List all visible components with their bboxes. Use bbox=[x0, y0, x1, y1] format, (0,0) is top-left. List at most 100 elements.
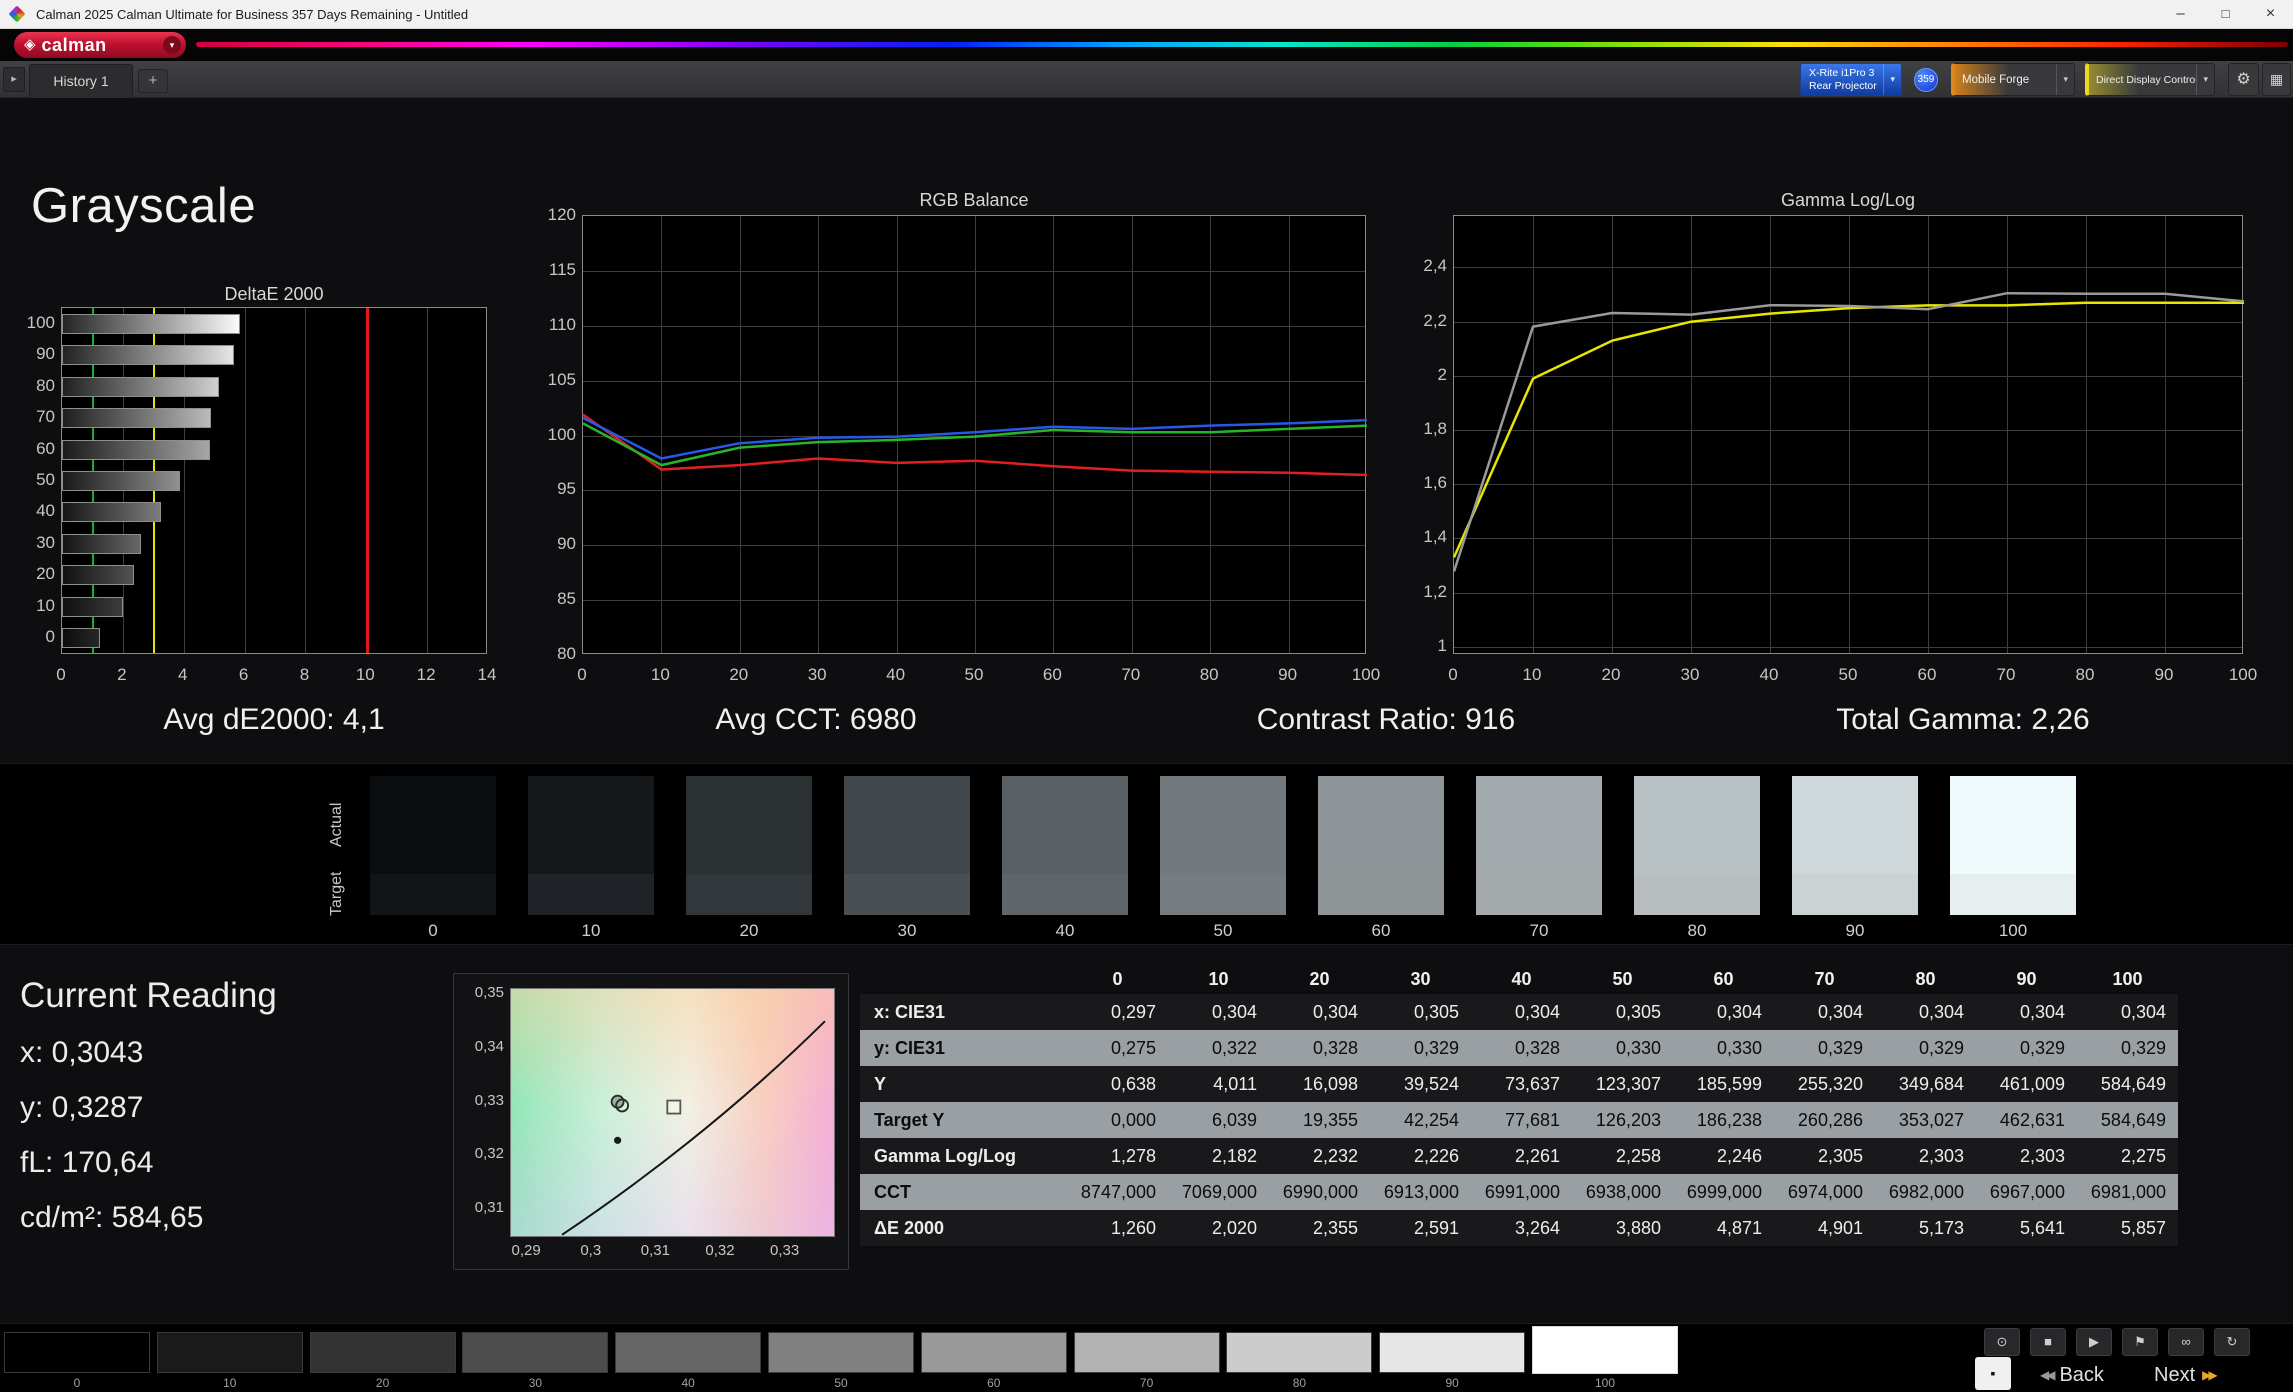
table-row-label: CCT bbox=[860, 1174, 1067, 1210]
pattern-patch-50[interactable] bbox=[768, 1332, 914, 1373]
table-cell: 0,329 bbox=[1774, 1030, 1875, 1066]
swatch-level-label: 30 bbox=[897, 921, 917, 940]
next-arrows-icon: ▶▶ bbox=[2202, 1368, 2218, 1382]
app-icon bbox=[8, 5, 26, 23]
tab-history-1[interactable]: History 1 bbox=[29, 64, 133, 98]
pattern-patch-40[interactable] bbox=[615, 1332, 762, 1373]
stat-total-gamma: Total Gamma: 2,26 bbox=[1836, 703, 2090, 736]
table-column-header: 90 bbox=[2016, 969, 2037, 989]
axis-tick-label: 60 bbox=[1042, 665, 1062, 684]
axis-tick-label: 50 bbox=[1838, 665, 1858, 684]
flag-button[interactable]: ⚑ bbox=[2122, 1328, 2158, 1356]
axis-tick-label: 0 bbox=[577, 665, 587, 684]
tab-scroll-button[interactable]: ▸ bbox=[3, 67, 25, 92]
pattern-patch-20[interactable] bbox=[309, 1332, 456, 1373]
axis-tick-label: 90 bbox=[36, 344, 55, 364]
minimize-button[interactable]: – bbox=[2158, 0, 2203, 29]
axis-tick-label: 0,32 bbox=[705, 1242, 735, 1259]
table-cell: 0,304 bbox=[1471, 994, 1572, 1030]
pattern-patch-70[interactable] bbox=[1073, 1332, 1220, 1373]
close-button[interactable]: × bbox=[2248, 0, 2293, 29]
pattern-patch-0[interactable] bbox=[4, 1332, 150, 1373]
axis-tick-label: 115 bbox=[548, 259, 576, 279]
chevron-down-icon[interactable]: ▾ bbox=[163, 36, 181, 54]
layout-grid-button[interactable]: ▦ bbox=[2262, 63, 2291, 96]
meter-label: X-Rite i1Pro 3 Rear Projector bbox=[1809, 66, 1877, 92]
infinity-icon: ∞ bbox=[2181, 1334, 2191, 1349]
meter-read-button[interactable]: ⊙ bbox=[1984, 1328, 2020, 1356]
loop-button[interactable]: ↻ bbox=[2214, 1328, 2250, 1356]
next-button[interactable]: Next ▶▶ bbox=[2154, 1360, 2218, 1390]
grayscale-swatches: Actual Target 0 10 20 30 40 50 60 70 80 90 100 bbox=[0, 763, 2293, 945]
table-cell: 2,591 bbox=[1370, 1210, 1471, 1246]
stop-button[interactable]: ■ bbox=[2030, 1328, 2066, 1356]
actual-row-label: Actual bbox=[328, 802, 345, 848]
rgb-balance-chart bbox=[582, 215, 1368, 654]
pattern-window-button[interactable]: ▪ bbox=[1975, 1357, 2011, 1390]
pattern-patch-30[interactable] bbox=[462, 1332, 609, 1373]
table-cell: 77,681 bbox=[1471, 1102, 1572, 1138]
pattern-count-badge[interactable]: 359 bbox=[1914, 68, 1938, 92]
cie-overlay bbox=[561, 1020, 826, 1236]
play-icon: ▶ bbox=[2089, 1334, 2099, 1349]
maximize-button[interactable]: □ bbox=[2203, 0, 2248, 29]
table-cell: 0,329 bbox=[1976, 1030, 2077, 1066]
rgb-chart-title: RGB Balance bbox=[919, 190, 1029, 210]
pattern-patch-10[interactable] bbox=[156, 1332, 303, 1373]
table-column-header: 20 bbox=[1309, 969, 1330, 989]
axis-tick-label: 0 bbox=[56, 665, 66, 684]
swatch-level-label: 70 bbox=[1529, 921, 1549, 940]
table-cell: 4,011 bbox=[1168, 1066, 1269, 1102]
axis-tick-label: 30 bbox=[1680, 665, 1700, 684]
swatch-target bbox=[686, 874, 812, 915]
swatch-actual bbox=[686, 776, 812, 874]
pattern-patch-80[interactable] bbox=[1226, 1332, 1373, 1373]
continuous-button[interactable]: ∞ bbox=[2168, 1328, 2204, 1356]
pattern-patch-90[interactable] bbox=[1379, 1332, 1526, 1373]
table-cell: 19,355 bbox=[1269, 1102, 1370, 1138]
display-control-dropdown[interactable]: Direct Display Control ▾ bbox=[2085, 63, 2215, 96]
axis-tick-label: 80 bbox=[2075, 665, 2095, 684]
axis-tick-label: 0,33 bbox=[474, 1091, 504, 1109]
calman-window: Calman 2025 Calman Ultimate for Business… bbox=[0, 0, 2293, 1392]
add-tab-button[interactable]: + bbox=[138, 69, 168, 93]
meter-dropdown[interactable]: X-Rite i1Pro 3 Rear Projector ▾ bbox=[1800, 63, 1902, 96]
calman-diamond-icon: ◈ bbox=[24, 36, 36, 53]
deltae-bar bbox=[62, 439, 211, 460]
axis-tick-label: 0,3 bbox=[580, 1242, 602, 1259]
axis-tick-label: 80 bbox=[1199, 665, 1219, 684]
source-dropdown[interactable]: Mobile Forge ▾ bbox=[1951, 63, 2075, 96]
swatch-level-label: 100 bbox=[1998, 921, 2028, 940]
swatch-actual bbox=[528, 776, 654, 874]
axis-tick-label: 70 bbox=[36, 407, 55, 427]
table-cell: 0,328 bbox=[1269, 1030, 1370, 1066]
back-button[interactable]: ◀◀ Back bbox=[2040, 1360, 2104, 1390]
axis-tick-label: 90 bbox=[2154, 665, 2174, 684]
settings-gear-button[interactable]: ⚙ bbox=[2228, 63, 2259, 96]
pattern-patch-label: 20 bbox=[375, 1376, 390, 1390]
pattern-patch-label: 100 bbox=[1594, 1376, 1616, 1390]
axis-tick-label: 0,31 bbox=[474, 1199, 504, 1217]
pattern-patch-60[interactable] bbox=[920, 1332, 1067, 1373]
table-cell: 2,303 bbox=[1976, 1138, 2077, 1174]
gridline bbox=[427, 308, 429, 653]
target-line bbox=[1452, 301, 2244, 558]
refresh-icon: ↻ bbox=[2226, 1334, 2238, 1349]
calman-logo-menu[interactable]: ◈ calman ▾ bbox=[14, 32, 186, 58]
table-row-label: ΔE 2000 bbox=[860, 1210, 1067, 1246]
swatch-target bbox=[1634, 874, 1760, 915]
table-cell: 3,264 bbox=[1471, 1210, 1572, 1246]
pattern-patch-100[interactable] bbox=[1532, 1326, 1678, 1374]
axis-tick-label: 120 bbox=[547, 205, 576, 224]
table-cell: 0,328 bbox=[1471, 1030, 1572, 1066]
workspace: Grayscale DeltaE 2000 RGB Balance Gamma … bbox=[0, 98, 2293, 1323]
play-button[interactable]: ▶ bbox=[2076, 1328, 2112, 1356]
axis-tick-label: 0,33 bbox=[769, 1242, 800, 1259]
table-row-label: Y bbox=[860, 1066, 1067, 1102]
swatch-target bbox=[528, 874, 654, 915]
table-cell: 260,286 bbox=[1774, 1102, 1875, 1138]
axis-tick-label: 100 bbox=[2228, 665, 2258, 684]
deltae-bar bbox=[62, 345, 234, 366]
table-cell: 349,684 bbox=[1875, 1066, 1976, 1102]
table-cell: 6967,000 bbox=[1976, 1174, 2077, 1210]
